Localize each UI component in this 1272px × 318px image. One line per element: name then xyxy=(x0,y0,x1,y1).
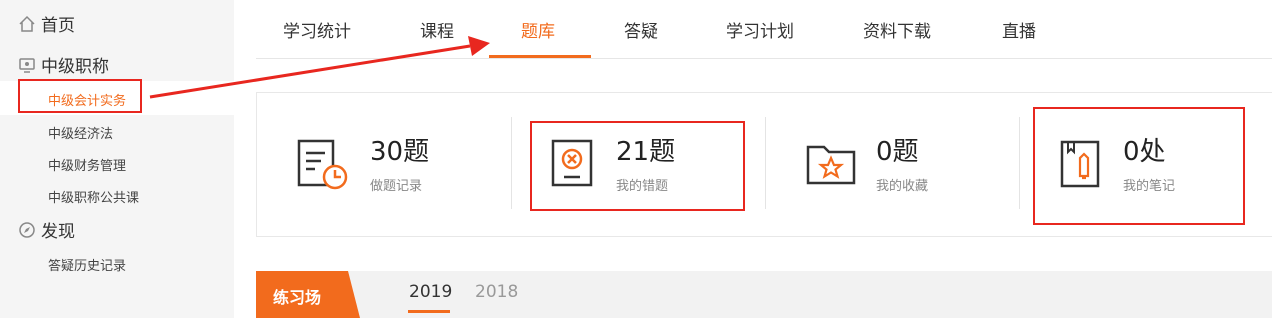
practice-record-icon xyxy=(297,139,349,195)
stat-practice-label[interactable]: 做题记录 xyxy=(370,175,422,194)
practice-label[interactable]: 练习场 xyxy=(273,284,321,308)
annotation-box-notes xyxy=(1033,107,1245,225)
year-tab-2018[interactable]: 2018 xyxy=(475,282,518,302)
favorites-folder-icon xyxy=(806,141,858,191)
annotation-box-wrong xyxy=(530,121,745,211)
year-active-underline xyxy=(408,310,450,313)
stat-favorites-count: 0题 xyxy=(876,137,919,167)
stats-divider xyxy=(511,117,512,209)
stats-divider xyxy=(1019,117,1020,209)
stat-practice-count: 30题 xyxy=(370,137,430,167)
year-tab-2019[interactable]: 2019 xyxy=(409,282,452,302)
stats-divider xyxy=(765,117,766,209)
stat-favorites-label[interactable]: 我的收藏 xyxy=(876,175,928,194)
